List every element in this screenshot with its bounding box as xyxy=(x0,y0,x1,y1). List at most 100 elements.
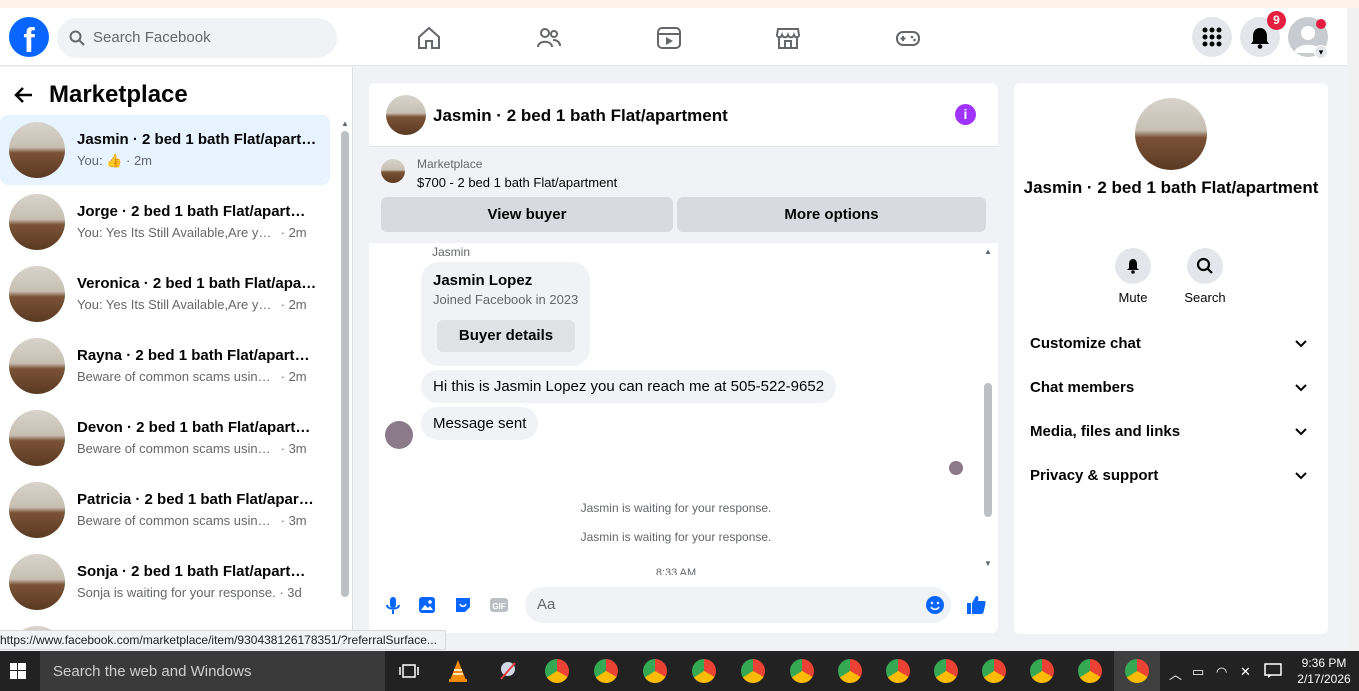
microphone-icon[interactable] xyxy=(383,595,403,615)
chrome-taskbar-icon[interactable] xyxy=(692,659,716,683)
info-icon[interactable]: i xyxy=(955,104,976,125)
sticker-icon[interactable] xyxy=(453,595,473,615)
chat-title[interactable]: Jasmin · 2 bed 1 bath Flat/apartment xyxy=(433,106,728,126)
thumbs-up-send-icon[interactable] xyxy=(965,594,987,616)
task-view-icon[interactable] xyxy=(399,663,419,679)
conversation-item[interactable]: Devon · 2 bed 1 bath Flat/apartment Bewa… xyxy=(0,403,330,473)
media-files-links-section[interactable]: Media, files and links xyxy=(1030,423,1312,447)
conversation-item[interactable]: Patricia · 2 bed 1 bath Flat/apartment B… xyxy=(0,475,330,545)
chrome-taskbar-icon[interactable] xyxy=(1078,659,1102,683)
scroll-up-arrow-icon[interactable]: ▲ xyxy=(341,119,349,128)
chrome-taskbar-icon[interactable] xyxy=(1125,659,1149,683)
section-label: Media, files and links xyxy=(1030,423,1181,440)
windows-start-icon[interactable] xyxy=(10,663,26,679)
customize-chat-section[interactable]: Customize chat xyxy=(1030,335,1312,359)
section-label: Customize chat xyxy=(1030,335,1141,352)
vlc-icon[interactable] xyxy=(447,659,469,683)
active-taskbar-slot[interactable] xyxy=(1114,651,1160,691)
message-bubble[interactable]: Message sent xyxy=(421,407,539,440)
tray-chevron-up-icon[interactable]: ︿ xyxy=(1169,664,1182,683)
taskbar-search-box[interactable]: Search the web and Windows xyxy=(40,651,385,691)
section-label: Privacy & support xyxy=(1030,467,1159,484)
system-notice: Jasmin is waiting for your response. xyxy=(580,530,772,544)
clock-date: 2/17/2026 xyxy=(1297,672,1351,686)
more-options-button[interactable]: More options xyxy=(677,197,986,232)
marketplace-listing-banner: Marketplace $700 - 2 bed 1 bath Flat/apa… xyxy=(369,147,998,243)
chrome-taskbar-icon[interactable] xyxy=(934,659,958,683)
marketplace-label: Marketplace xyxy=(417,157,483,171)
conversation-item[interactable]: Sonja · 2 bed 1 bath Flat/apartment Sonj… xyxy=(0,547,330,617)
conversation-name: Jasmin · 2 bed 1 bath Flat/apartment xyxy=(77,131,317,148)
notifications-button[interactable]: 9 xyxy=(1240,11,1286,57)
chrome-taskbar-icon[interactable] xyxy=(982,659,1006,683)
chat-header: Jasmin · 2 bed 1 bath Flat/apartment i xyxy=(369,83,998,147)
search-in-chat-button[interactable]: Search xyxy=(1175,248,1235,305)
conversation-name: Devon · 2 bed 1 bath Flat/apartment xyxy=(77,419,317,436)
conversation-item[interactable]: Jasmin · 2 bed 1 bath Flat/apartment You… xyxy=(0,115,330,185)
chat-scroll-down-icon[interactable]: ▼ xyxy=(984,559,992,568)
privacy-support-section[interactable]: Privacy & support xyxy=(1030,467,1312,491)
view-buyer-button[interactable]: View buyer xyxy=(381,197,673,232)
grid-menu-icon xyxy=(1202,27,1222,47)
page-scrollbar[interactable] xyxy=(1348,8,1359,651)
thumbs-up-icon: 👍 xyxy=(106,153,123,168)
action-center-icon[interactable] xyxy=(1264,663,1282,679)
video-icon[interactable] xyxy=(656,25,682,51)
chat-listing-thumbnail[interactable] xyxy=(386,95,426,135)
friends-icon[interactable] xyxy=(536,25,562,51)
taskbar-search-placeholder: Search the web and Windows xyxy=(53,663,252,680)
chat-members-section[interactable]: Chat members xyxy=(1030,379,1312,403)
message-bubble[interactable]: Hi this is Jasmin Lopez you can reach me… xyxy=(421,370,837,403)
conversation-item[interactable]: Rayna · 2 bed 1 bath Flat/apartment Bewa… xyxy=(0,331,330,401)
menu-grid-button[interactable] xyxy=(1192,17,1232,57)
app-icon[interactable] xyxy=(497,659,519,683)
listing-thumbnail xyxy=(9,410,65,466)
battery-icon[interactable]: ▭ xyxy=(1192,664,1204,680)
chat-scrollbar[interactable] xyxy=(984,383,992,517)
buyer-details-button[interactable]: Buyer details xyxy=(437,320,575,352)
chrome-taskbar-icon[interactable] xyxy=(643,659,667,683)
chrome-taskbar-icon[interactable] xyxy=(545,659,569,683)
mute-button[interactable]: Mute xyxy=(1103,248,1163,305)
chrome-taskbar-icon[interactable] xyxy=(886,659,910,683)
system-notice: Jasmin is waiting for your response. xyxy=(580,501,772,515)
svg-text:GIF: GIF xyxy=(492,602,505,611)
sidebar-scrollbar[interactable] xyxy=(341,131,349,597)
back-arrow-icon[interactable] xyxy=(12,83,36,107)
chat-window: Jasmin · 2 bed 1 bath Flat/apartment i M… xyxy=(369,83,998,633)
listing-mini-thumbnail xyxy=(381,159,405,183)
details-listing-thumbnail[interactable] xyxy=(1135,98,1207,170)
search-facebook-input[interactable]: Search Facebook xyxy=(57,18,337,58)
browser-top-strip xyxy=(0,0,1359,8)
chrome-taskbar-icon[interactable] xyxy=(838,659,862,683)
message-composer: GIF Aa xyxy=(369,583,998,633)
notifications-badge: 9 xyxy=(1267,11,1286,30)
listing-thumbnail xyxy=(9,122,65,178)
chrome-taskbar-icon[interactable] xyxy=(1030,659,1054,683)
home-icon[interactable] xyxy=(416,25,442,51)
chrome-taskbar-icon[interactable] xyxy=(790,659,814,683)
message-input[interactable]: Aa xyxy=(525,587,951,623)
photo-icon[interactable] xyxy=(417,595,437,615)
taskbar-clock[interactable]: 9:36 PM 2/17/2026 xyxy=(1294,655,1354,687)
chat-scroll-up-icon[interactable]: ▲ xyxy=(984,247,992,256)
sender-avatar[interactable] xyxy=(385,421,413,449)
listing-thumbnail xyxy=(9,482,65,538)
emoji-icon[interactable] xyxy=(925,595,945,615)
listing-thumbnail xyxy=(9,266,65,322)
gif-icon[interactable]: GIF xyxy=(489,595,509,615)
conversation-item[interactable]: Veronica · 2 bed 1 bath Flat/apartment Y… xyxy=(0,259,330,329)
conversation-item[interactable]: Jorge · 2 bed 1 bath Flat/apartment You:… xyxy=(0,187,330,257)
facebook-logo-icon[interactable]: f xyxy=(9,17,49,57)
volume-muted-icon[interactable]: ✕ xyxy=(1240,664,1251,680)
marketplace-icon[interactable] xyxy=(775,25,801,51)
chevron-down-icon xyxy=(1295,428,1307,436)
conversation-name: Patricia · 2 bed 1 bath Flat/apartment xyxy=(77,491,317,508)
wifi-icon[interactable]: ◠ xyxy=(1216,664,1227,680)
listing-price-title[interactable]: $700 - 2 bed 1 bath Flat/apartment xyxy=(417,175,617,190)
chrome-taskbar-icon[interactable] xyxy=(741,659,765,683)
chevron-down-icon[interactable]: ▾ xyxy=(1314,45,1328,59)
chrome-taskbar-icon[interactable] xyxy=(594,659,618,683)
gaming-icon[interactable] xyxy=(895,25,921,51)
buyer-profile-card: Jasmin Lopez Joined Facebook in 2023 Buy… xyxy=(421,262,590,366)
